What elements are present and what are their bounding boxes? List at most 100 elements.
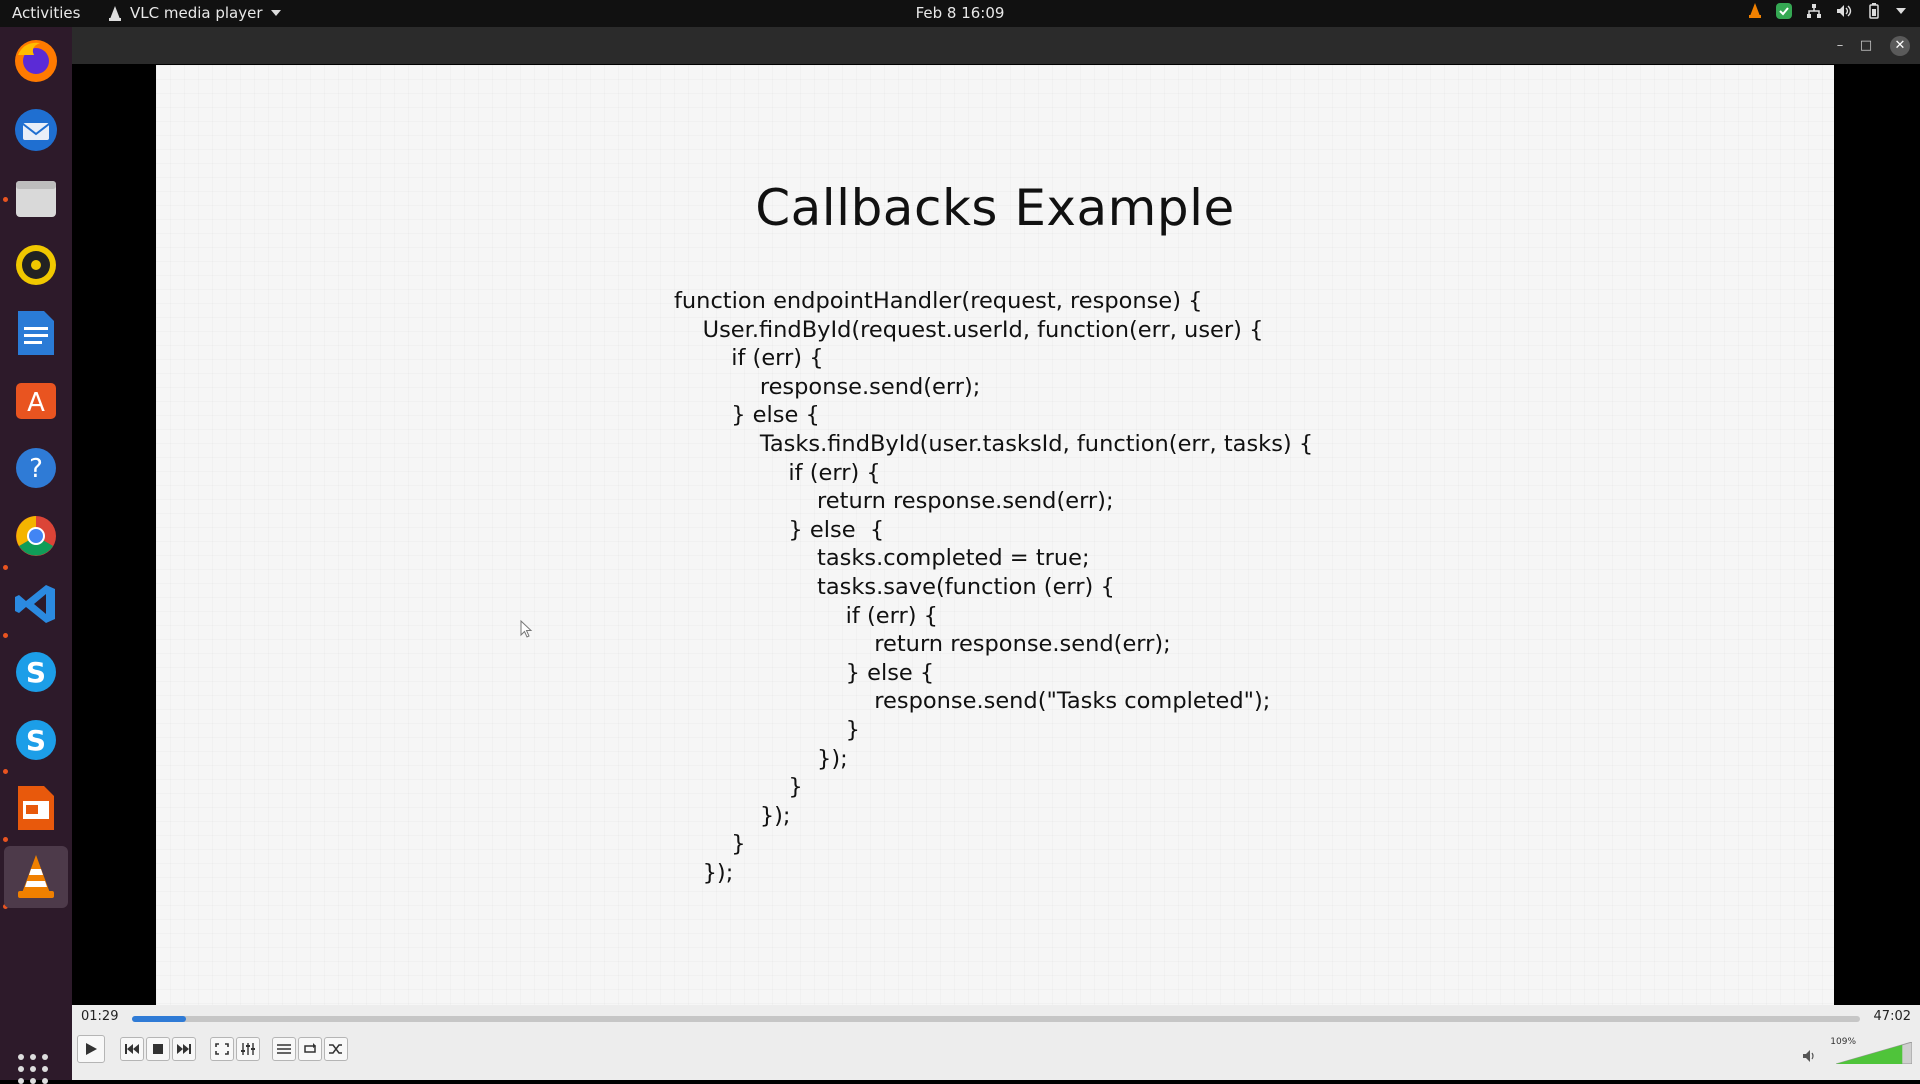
mouse-pointer-icon xyxy=(520,620,533,638)
code-line: if (err) { xyxy=(674,345,824,372)
volume-slider[interactable]: 109% xyxy=(1802,1037,1912,1065)
firefox-icon xyxy=(15,40,57,82)
chrome-icon xyxy=(16,516,56,556)
code-line: tasks.save(function (err) { xyxy=(674,573,1115,600)
loop-icon xyxy=(304,1043,316,1053)
code-line: } xyxy=(674,831,746,858)
dock-item-rhythmbox[interactable] xyxy=(10,239,62,291)
video-frame: Callbacks Example function endpointHandl… xyxy=(156,65,1834,1007)
playlist-button[interactable] xyxy=(272,1037,296,1061)
running-indicator xyxy=(3,633,8,638)
code-line: } else { xyxy=(674,516,885,543)
libreoffice-impress-icon xyxy=(18,786,54,830)
rhythmbox-icon xyxy=(16,245,56,285)
code-line: function endpointHandler(request, respon… xyxy=(674,288,1203,314)
play-icon xyxy=(86,1043,97,1055)
code-line: } xyxy=(674,716,860,743)
thunderbird-icon xyxy=(15,109,57,151)
stop-icon xyxy=(153,1044,163,1054)
speaker-icon xyxy=(1803,1050,1814,1062)
code-line: } else { xyxy=(674,402,820,429)
running-indicator xyxy=(3,197,8,202)
stop-button[interactable] xyxy=(146,1037,170,1061)
dock-item-firefox[interactable] xyxy=(10,35,62,87)
code-line: return response.send(err); xyxy=(674,631,1171,658)
slide-title: Callbacks Example xyxy=(755,179,1235,237)
dock-item-chrome[interactable] xyxy=(10,510,62,562)
system-tray[interactable] xyxy=(1748,3,1906,19)
svg-text:S: S xyxy=(26,724,46,757)
svg-text:A: A xyxy=(27,388,45,418)
dock-item-software[interactable]: A xyxy=(10,374,62,426)
previous-button[interactable] xyxy=(120,1037,144,1061)
clock[interactable]: Feb 8 16:09 xyxy=(916,4,1005,22)
code-line: if (err) { xyxy=(674,602,938,629)
shuffle-icon xyxy=(329,1044,342,1054)
dock-item-vlc[interactable] xyxy=(4,846,68,908)
app-menu-label: VLC media player xyxy=(130,4,263,22)
dock-item-impress[interactable] xyxy=(10,782,62,834)
network-icon[interactable] xyxy=(1806,3,1822,19)
chevron-down-icon xyxy=(270,10,281,16)
dock-item-writer[interactable] xyxy=(10,307,62,359)
running-indicator xyxy=(3,769,8,774)
vlc-tray-icon[interactable] xyxy=(1748,3,1762,19)
code-line: return response.send(err); xyxy=(674,488,1114,515)
code-line: Tasks.findById(user.tasksId, function(er… xyxy=(674,430,1314,457)
code-line: }); xyxy=(674,802,791,829)
dock-item-thunderbird[interactable] xyxy=(10,104,62,156)
minimize-icon[interactable]: – xyxy=(1830,36,1850,56)
maximize-icon[interactable]: □ xyxy=(1856,36,1876,56)
app-menu[interactable]: VLC media player xyxy=(108,4,281,22)
dock-item-skype[interactable]: S xyxy=(10,646,62,698)
skype-icon: S xyxy=(16,720,56,760)
code-line: if (err) { xyxy=(674,459,881,486)
code-block: function endpointHandler(request, respon… xyxy=(674,287,1313,887)
fullscreen-button[interactable] xyxy=(210,1037,234,1061)
running-indicator xyxy=(3,837,8,842)
volume-icon[interactable] xyxy=(1836,3,1852,19)
code-line: response.send("Tasks completed"); xyxy=(674,688,1271,715)
code-line: tasks.completed = true; xyxy=(674,545,1090,572)
vlc-icon xyxy=(18,855,54,898)
seek-slider[interactable] xyxy=(132,1016,1860,1022)
dock-item-skype-2[interactable]: S xyxy=(10,714,62,766)
dock-item-vscode[interactable] xyxy=(10,578,62,630)
extended-settings-button[interactable] xyxy=(236,1037,260,1061)
vscode-icon xyxy=(15,585,55,623)
close-icon[interactable]: ✕ xyxy=(1890,36,1910,56)
code-line: User.findById(request.userId, function(e… xyxy=(674,316,1264,343)
title-bar[interactable]: – □ ✕ xyxy=(72,27,1920,64)
equalizer-icon xyxy=(241,1043,255,1055)
loop-button[interactable] xyxy=(298,1037,322,1061)
video-area[interactable]: Callbacks Example function endpointHandl… xyxy=(72,64,1920,1007)
ubuntu-software-icon: A xyxy=(16,383,56,419)
playlist-icon xyxy=(277,1044,291,1054)
chevron-down-icon[interactable] xyxy=(1896,8,1906,14)
total-time[interactable]: 47:02 xyxy=(1874,1009,1911,1024)
top-bar: Activities VLC media player Feb 8 16:09 xyxy=(0,0,1920,27)
seek-progress xyxy=(132,1016,186,1022)
code-line: }); xyxy=(674,859,734,886)
activities-button[interactable]: Activities xyxy=(12,4,80,22)
dock: A ? S S xyxy=(0,27,72,1084)
shuffle-button[interactable] xyxy=(324,1037,348,1061)
svg-text:S: S xyxy=(26,656,46,689)
skip-forward-icon xyxy=(177,1044,191,1054)
skip-back-icon xyxy=(125,1044,139,1054)
battery-icon[interactable] xyxy=(1866,3,1882,19)
svg-text:?: ? xyxy=(29,454,43,484)
help-icon: ? xyxy=(16,448,56,488)
dock-item-files[interactable] xyxy=(10,172,62,224)
update-icon[interactable] xyxy=(1776,3,1792,19)
vlc-icon xyxy=(109,5,121,21)
code-line: }); xyxy=(674,745,848,772)
files-icon xyxy=(16,181,56,217)
elapsed-time: 01:29 xyxy=(81,1009,119,1024)
next-button[interactable] xyxy=(172,1037,196,1061)
control-bar: 01:29 47:02 109% xyxy=(72,1005,1920,1080)
libreoffice-writer-icon xyxy=(18,311,54,355)
dock-item-help[interactable]: ? xyxy=(10,442,62,494)
play-button[interactable] xyxy=(77,1035,105,1063)
skype-icon: S xyxy=(16,652,56,692)
